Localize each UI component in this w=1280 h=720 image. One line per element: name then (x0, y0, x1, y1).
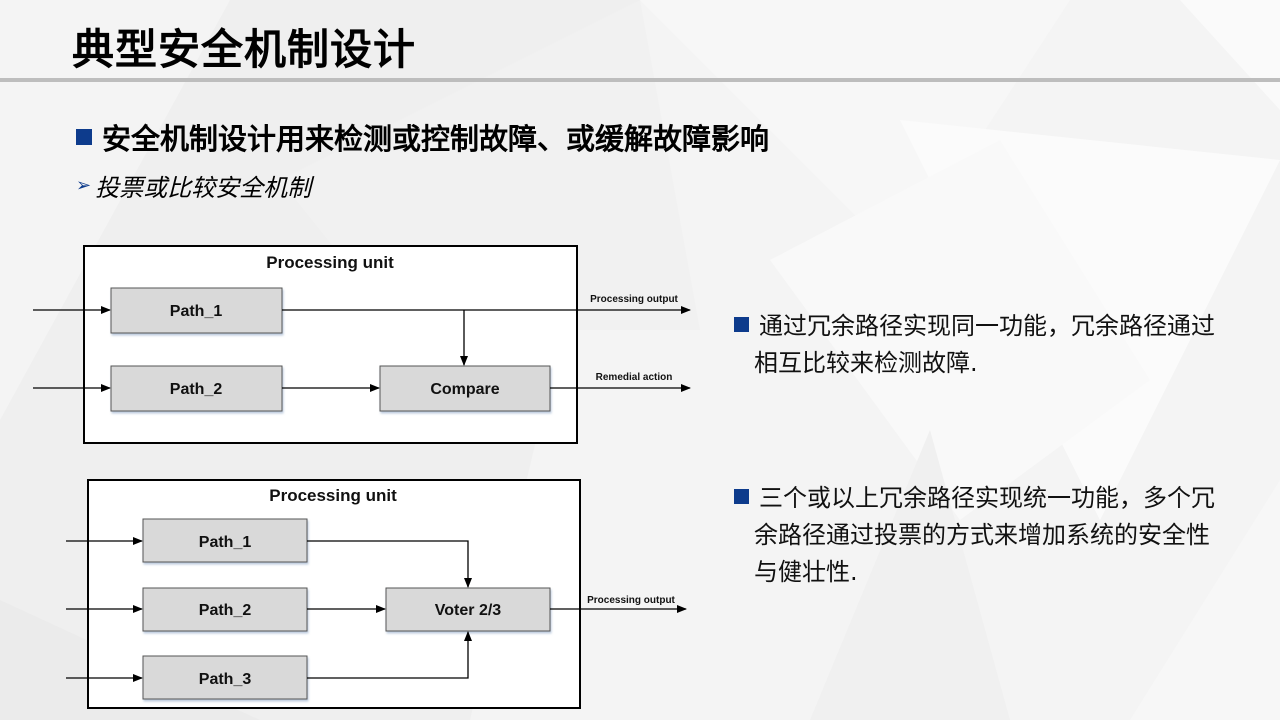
compare-label: Compare (430, 381, 499, 398)
path2-label: Path_2 (170, 381, 223, 398)
voter-output-label: Processing output (587, 595, 675, 606)
path1-label-2: Path_1 (199, 534, 252, 551)
path2-label-2: Path_2 (199, 602, 252, 619)
processing-unit-label-2: Processing unit (269, 486, 397, 505)
processing-unit-frame (83, 245, 578, 444)
diagrams: Processing unit Path_1 Path_2 Compare Pr… (33, 245, 691, 709)
path3-label-2: Path_3 (199, 671, 252, 688)
comparison-diagram: Processing unit Path_1 Path_2 Compare Pr… (33, 245, 691, 444)
path1-label: Path_1 (170, 303, 223, 320)
processing-output-label: Processing output (590, 294, 678, 305)
voter-diagram: Processing unit Path_1 Path_2 Path_3 Vot… (66, 479, 687, 709)
processing-unit-label: Processing unit (266, 253, 394, 272)
voter-label: Voter 2/3 (435, 602, 502, 619)
remedial-action-label: Remedial action (596, 372, 673, 383)
